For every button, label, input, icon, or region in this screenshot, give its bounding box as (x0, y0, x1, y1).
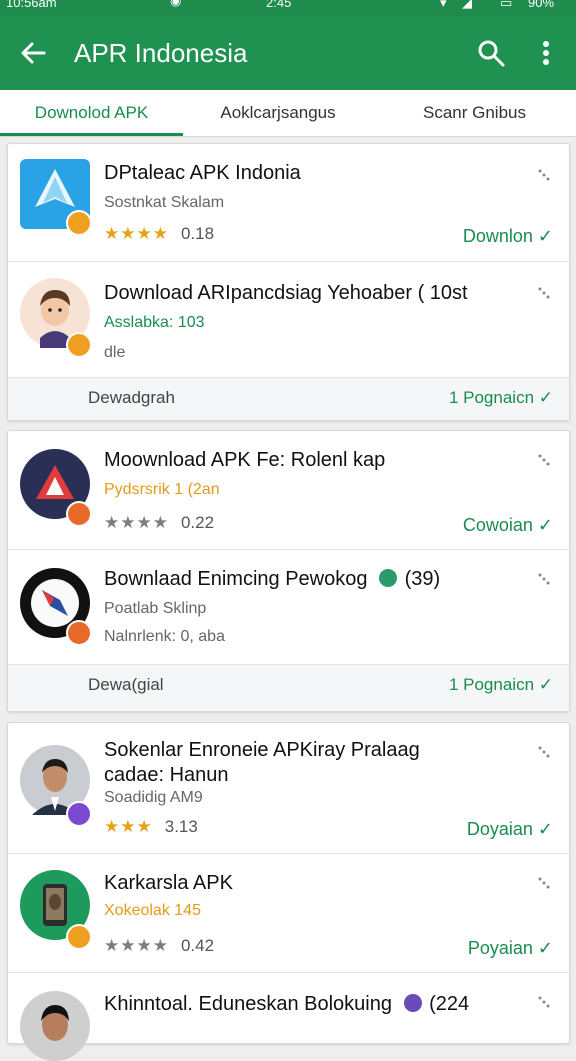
app-card: Moownload APK Fe: Rolenl kap Pydsrsrik 1… (7, 430, 570, 712)
app-name-text: Khinntoal. Eduneskan Bolokuing (104, 993, 392, 1015)
back-arrow-icon[interactable] (18, 38, 48, 68)
app-detail: Nalnrlenk: 0, aba (104, 628, 225, 645)
status-bar: 10:56am ◉ 2:45 ▾ ◢ ▭ 90% (0, 0, 576, 16)
avatar-man-dark (20, 991, 90, 1061)
app-name-line2: cadae: Hanun (104, 764, 229, 786)
rating-value: 3.13 (164, 817, 198, 836)
app-name: Moownload APK Fe: Rolenl kap (104, 449, 386, 471)
item-menu-icon[interactable] (537, 995, 551, 1009)
verified-badge-icon (66, 924, 92, 950)
rating-value: 0.22 (180, 513, 215, 532)
item-menu-icon[interactable] (537, 876, 551, 890)
list-item[interactable]: Moownload APK Fe: Rolenl kap Pydsrsrik 1… (8, 431, 569, 549)
status-left-text: 10:56am (6, 0, 57, 10)
verified-badge-icon (66, 620, 92, 646)
download-button[interactable]: Poyaian ✓ (468, 938, 553, 959)
item-menu-icon[interactable] (537, 453, 551, 467)
app-rating: ★★★★ 0.18 (104, 224, 214, 244)
tab-aplikasi[interactable]: Aoklcarjsangus (183, 90, 373, 136)
shield-badge-icon (379, 569, 398, 587)
list-item[interactable]: Bownlaad Enimcing Pewokog (39) Poatlab S… (8, 550, 569, 664)
tab-scanner[interactable]: Scanr Gnibus (373, 90, 576, 136)
footer-action-button[interactable]: 1 Pognaicn ✓ (449, 388, 553, 408)
app-name-suffix: (39) (404, 568, 441, 590)
verified-badge-icon (66, 501, 92, 527)
app-detail: dle (104, 344, 126, 361)
list-item[interactable]: DPtaleac APK Indonia Sostnkat Skalam ★★★… (8, 144, 569, 261)
app-name: Karkarsla APK (104, 872, 233, 894)
list-item[interactable]: Karkarsla APK Xokeolak 145 ★★★★ 0.42 Poya… (8, 854, 569, 972)
download-button[interactable]: Doyaian ✓ (467, 819, 553, 840)
app-name: Sokenlar Enroneie APKiray Pralaag (104, 739, 420, 761)
verified-badge-icon (66, 210, 92, 236)
app-bar: APR Indonesia (0, 16, 576, 90)
tab-indicator (0, 133, 183, 136)
download-button[interactable]: Cowoian ✓ (463, 515, 553, 536)
app-developer: Pydsrsrik 1 (2an (104, 481, 220, 498)
shield-badge-icon (403, 994, 422, 1012)
list-item[interactable]: Sokenlar Enroneie APKiray Pralaag cadae:… (8, 723, 569, 853)
status-sync-icon: ◉ (170, 0, 182, 8)
more-options-icon[interactable] (534, 38, 558, 68)
list-item[interactable]: Download ARIpancdsiag Yehoaber ( 10st As… (8, 262, 569, 377)
download-button[interactable]: Downlon ✓ (463, 226, 553, 247)
app-name-suffix: (224 (429, 993, 470, 1015)
tab-bar: Downolod APK Aoklcarjsangus Scanr Gnibus (0, 90, 576, 137)
item-menu-icon[interactable] (537, 745, 551, 759)
app-name-text: Bownlaad Enimcing Pewokog (104, 568, 368, 590)
card-footer: Dewadgrah 1 Pognaicn ✓ (8, 377, 569, 420)
app-rating: ★★★★ 0.22 (104, 513, 214, 533)
status-battery-level: 90% (528, 0, 555, 10)
item-menu-icon[interactable] (537, 572, 551, 586)
app-developer: Sostnkat Skalam (104, 194, 225, 211)
verified-badge-icon (66, 332, 92, 358)
tab-download-apk[interactable]: Downolod APK (0, 90, 183, 136)
app-developer: Soadidig AM9 (104, 789, 203, 806)
app-developer: Xokeolak 145 (104, 902, 201, 919)
app-name: Download ARIpancdsiag Yehoaber ( 10st (104, 282, 468, 304)
app-card: Sokenlar Enroneie APKiray Pralaag cadae:… (7, 722, 570, 1061)
item-menu-icon[interactable] (537, 286, 551, 300)
app-rating: ★★★ 3.13 (104, 817, 198, 837)
rating-stars-icon: ★★★ (104, 817, 153, 836)
search-icon[interactable] (476, 38, 506, 68)
rating-stars-icon: ★★★★ (104, 936, 169, 955)
app-developer: Poatlab Sklinp (104, 600, 207, 617)
app-title: APR Indonesia (74, 38, 248, 68)
card-footer: Dewa(gial 1 Pognaicn ✓ (8, 664, 569, 711)
rating-stars-icon: ★★★★ (104, 224, 169, 243)
footer-label: Dewa(gial (88, 675, 164, 694)
footer-action-button[interactable]: 1 Pognaicn ✓ (449, 675, 553, 695)
app-name: DPtaleac APK Indonia (104, 162, 301, 184)
status-time: 2:45 (266, 0, 292, 10)
app-card: DPtaleac APK Indonia Sostnkat Skalam ★★★… (7, 143, 570, 421)
app-rating: ★★★★ 0.42 (104, 936, 214, 956)
verified-badge-icon (66, 801, 92, 827)
list-item[interactable]: Khinntoal. Eduneskan Bolokuing (224 (8, 973, 569, 1061)
status-battery-icon: ▭ (500, 0, 513, 10)
app-name: Bownlaad Enimcing Pewokog (39) (104, 568, 440, 591)
rating-value: 0.42 (180, 936, 215, 955)
app-developer: Asslabka: 103 (104, 314, 205, 331)
rating-stars-icon: ★★★★ (104, 513, 169, 532)
rating-value: 0.18 (180, 224, 215, 243)
item-menu-icon[interactable] (537, 168, 551, 182)
status-wifi-icon: ▾ (440, 0, 447, 10)
status-signal-icon: ◢ (462, 0, 472, 10)
app-name: Khinntoal. Eduneskan Bolokuing (224 (104, 993, 469, 1016)
footer-label: Dewadgrah (88, 388, 175, 407)
